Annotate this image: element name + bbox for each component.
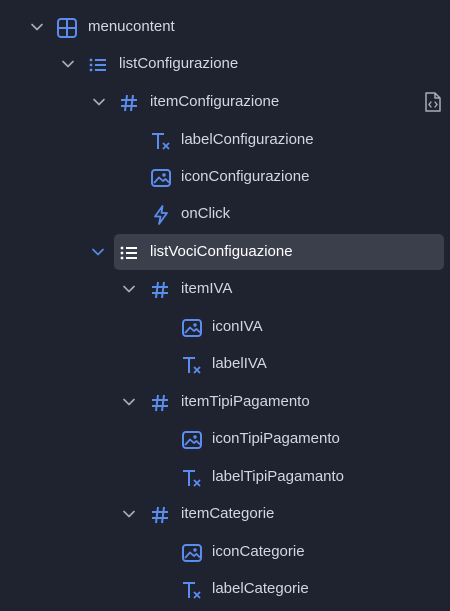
chevron-down-icon[interactable]: [121, 394, 137, 410]
tree-node-label: itemIVA: [181, 280, 233, 297]
tree-node-iconConfigurazione[interactable]: iconConfigurazione: [0, 160, 450, 194]
tree-node-labelIVA[interactable]: labelIVA: [0, 347, 450, 381]
image-icon: [181, 542, 203, 564]
tree-node-itemTipiPagamento[interactable]: itemTipiPagamento: [0, 385, 450, 419]
list-icon: [87, 54, 109, 76]
lightning-icon: [150, 204, 172, 226]
image-icon: [150, 167, 172, 189]
hash-icon: [149, 392, 171, 414]
component-tree: menucontent listConfigurazione itemConfi…: [0, 0, 450, 611]
chevron-down-icon[interactable]: [60, 56, 76, 72]
image-icon: [181, 429, 203, 451]
tree-node-itemConfigurazione[interactable]: itemConfigurazione: [0, 85, 450, 119]
text-clear-icon: [181, 354, 203, 376]
list-icon: [118, 242, 140, 264]
tree-node-label: iconCategorie: [212, 543, 305, 560]
tree-node-labelTipiPagamanto[interactable]: labelTipiPagamanto: [0, 460, 450, 494]
tree-node-labelConfigurazione[interactable]: labelConfigurazione: [0, 123, 450, 157]
grid-layout-icon: [56, 17, 78, 39]
tree-node-listVociConfiguazione[interactable]: listVociConfiguazione: [0, 234, 450, 270]
tree-node-label: iconConfigurazione: [181, 168, 310, 185]
tree-node-label: menucontent: [88, 18, 175, 35]
tree-node-onClick[interactable]: onClick: [0, 197, 450, 231]
tree-node-itemCategorie[interactable]: itemCategorie: [0, 497, 450, 531]
hash-icon: [118, 92, 140, 114]
tree-node-iconIVA[interactable]: iconIVA: [0, 310, 450, 344]
text-clear-icon: [181, 579, 203, 601]
tree-node-label: onClick: [181, 205, 231, 222]
chevron-down-icon[interactable]: [90, 244, 106, 260]
tree-node-label: labelConfigurazione: [181, 131, 314, 148]
tree-node-label: labelIVA: [212, 355, 267, 372]
tree-node-iconTipiPagamento[interactable]: iconTipiPagamento: [0, 422, 450, 456]
tree-node-labelCategorie[interactable]: labelCategorie: [0, 572, 450, 606]
hash-icon: [149, 279, 171, 301]
chevron-down-icon[interactable]: [91, 94, 107, 110]
hash-icon: [149, 504, 171, 526]
tree-node-label: iconIVA: [212, 318, 263, 335]
tree-node-label: itemTipiPagamento: [181, 393, 310, 410]
code-file-icon[interactable]: [423, 91, 443, 113]
tree-node-itemIVA[interactable]: itemIVA: [0, 272, 450, 306]
chevron-down-icon[interactable]: [29, 19, 45, 35]
tree-node-label: labelTipiPagamanto: [212, 468, 345, 485]
image-icon: [181, 317, 203, 339]
text-clear-icon: [150, 130, 172, 152]
tree-node-label: listConfigurazione: [119, 55, 239, 72]
tree-node-label: iconTipiPagamento: [212, 430, 340, 447]
tree-node-iconCategorie[interactable]: iconCategorie: [0, 535, 450, 569]
chevron-down-icon[interactable]: [121, 506, 137, 522]
tree-node-listConfigurazione[interactable]: listConfigurazione: [0, 47, 450, 81]
tree-node-label: listVociConfiguazione: [150, 243, 293, 260]
tree-node-label: labelCategorie: [212, 580, 309, 597]
tree-node-label: itemCategorie: [181, 505, 275, 522]
tree-node-menucontent[interactable]: menucontent: [0, 10, 450, 44]
text-clear-icon: [181, 467, 203, 489]
chevron-down-icon[interactable]: [121, 281, 137, 297]
tree-node-label: itemConfigurazione: [150, 93, 280, 110]
